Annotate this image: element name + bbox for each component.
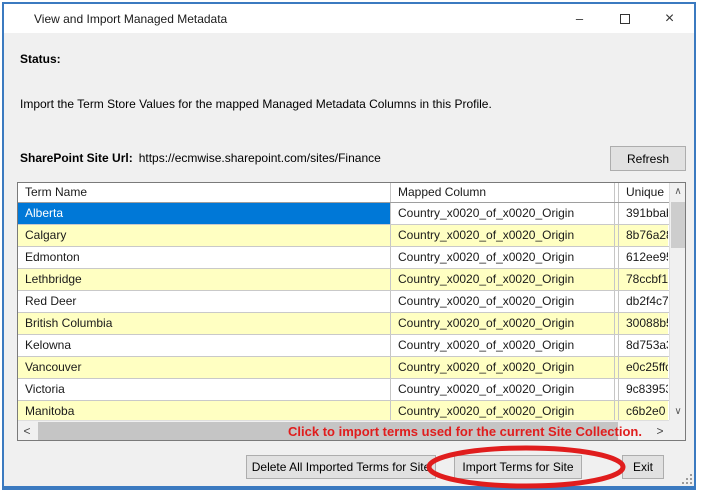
vertical-scroll-thumb[interactable] bbox=[671, 202, 685, 248]
terms-table: Term Name Mapped Column Unique Alberta C… bbox=[17, 182, 686, 441]
unique-id-cell: 9c83953 bbox=[618, 379, 668, 400]
mapped-column-cell: Country_x0020_of_x0020_Origin bbox=[391, 357, 615, 378]
refresh-button[interactable]: Refresh bbox=[610, 146, 686, 171]
close-button[interactable]: × bbox=[647, 4, 692, 33]
description-text: Import the Term Store Values for the map… bbox=[20, 97, 492, 111]
vertical-scrollbar[interactable]: ∧ ∨ bbox=[669, 183, 685, 420]
delete-all-terms-button[interactable]: Delete All Imported Terms for Site bbox=[246, 455, 436, 479]
maximize-button[interactable] bbox=[602, 4, 647, 33]
page: View and Import Managed Metadata – × Sta… bbox=[0, 0, 706, 498]
mapped-column-cell: Country_x0020_of_x0020_Origin bbox=[391, 225, 615, 246]
table-row[interactable]: Victoria Country_x0020_of_x0020_Origin 9… bbox=[18, 379, 669, 401]
table-row[interactable]: Vancouver Country_x0020_of_x0020_Origin … bbox=[18, 357, 669, 379]
minimize-icon: – bbox=[576, 11, 583, 26]
term-name-cell: Kelowna bbox=[18, 335, 391, 356]
mapped-column-cell: Country_x0020_of_x0020_Origin bbox=[391, 401, 615, 420]
mapped-column-cell: Country_x0020_of_x0020_Origin bbox=[391, 379, 615, 400]
status-label: Status: bbox=[20, 52, 61, 66]
annotation-text: Click to import terms used for the curre… bbox=[165, 424, 706, 439]
unique-id-cell: 8d753a3 bbox=[618, 335, 668, 356]
mapped-column-cell: Country_x0020_of_x0020_Origin bbox=[391, 247, 615, 268]
mapped-column-cell: Country_x0020_of_x0020_Origin bbox=[391, 291, 615, 312]
close-icon: × bbox=[665, 10, 674, 28]
table-row[interactable]: Kelowna Country_x0020_of_x0020_Origin 8d… bbox=[18, 335, 669, 357]
window-title: View and Import Managed Metadata bbox=[34, 12, 227, 26]
table-header: Term Name Mapped Column Unique bbox=[18, 183, 669, 203]
table-row[interactable]: Red Deer Country_x0020_of_x0020_Origin d… bbox=[18, 291, 669, 313]
mapped-column-cell: Country_x0020_of_x0020_Origin bbox=[391, 203, 615, 224]
term-name-cell: Vancouver bbox=[18, 357, 391, 378]
unique-id-cell: 391bbab bbox=[618, 203, 668, 224]
site-url-label: SharePoint Site Url: bbox=[20, 151, 133, 165]
term-name-cell: Victoria bbox=[18, 379, 391, 400]
minimize-button[interactable]: – bbox=[557, 4, 602, 33]
table-row[interactable]: Manitoba Country_x0020_of_x0020_Origin c… bbox=[18, 401, 669, 420]
column-header-unique[interactable]: Unique bbox=[618, 183, 668, 202]
resize-grip-icon[interactable] bbox=[680, 472, 692, 484]
table-row[interactable]: British Columbia Country_x0020_of_x0020_… bbox=[18, 313, 669, 335]
term-name-cell: Lethbridge bbox=[18, 269, 391, 290]
unique-id-cell: 30088b5 bbox=[618, 313, 668, 334]
title-bar: View and Import Managed Metadata – × bbox=[4, 4, 694, 33]
unique-id-cell: e0c25ffc bbox=[618, 357, 668, 378]
mapped-column-cell: Country_x0020_of_x0020_Origin bbox=[391, 335, 615, 356]
table-row[interactable]: Alberta Country_x0020_of_x0020_Origin 39… bbox=[18, 203, 669, 225]
unique-id-cell: c6b2e0 bbox=[618, 401, 668, 420]
exit-button[interactable]: Exit bbox=[622, 455, 664, 479]
unique-id-cell: 612ee95 bbox=[618, 247, 668, 268]
term-name-cell: Manitoba bbox=[18, 401, 391, 420]
column-header-mapped-column[interactable]: Mapped Column bbox=[391, 183, 615, 202]
window-controls: – × bbox=[557, 4, 692, 33]
unique-id-cell: 8b76a28 bbox=[618, 225, 668, 246]
unique-id-cell: db2f4c7 bbox=[618, 291, 668, 312]
unique-id-cell: 78ccbf1 bbox=[618, 269, 668, 290]
mapped-column-cell: Country_x0020_of_x0020_Origin bbox=[391, 313, 615, 334]
column-header-term-name[interactable]: Term Name bbox=[18, 183, 391, 202]
scroll-left-icon[interactable]: < bbox=[18, 421, 36, 441]
maximize-icon bbox=[620, 14, 630, 24]
table-row[interactable]: Edmonton Country_x0020_of_x0020_Origin 6… bbox=[18, 247, 669, 269]
dialog-window: View and Import Managed Metadata – × Sta… bbox=[2, 2, 696, 490]
table-row[interactable]: Calgary Country_x0020_of_x0020_Origin 8b… bbox=[18, 225, 669, 247]
site-url-value: https://ecmwise.sharepoint.com/sites/Fin… bbox=[139, 151, 381, 165]
table-body: Alberta Country_x0020_of_x0020_Origin 39… bbox=[18, 203, 669, 420]
term-name-cell: Alberta bbox=[18, 203, 391, 224]
term-name-cell: British Columbia bbox=[18, 313, 391, 334]
term-name-cell: Edmonton bbox=[18, 247, 391, 268]
scroll-up-icon[interactable]: ∧ bbox=[670, 183, 686, 200]
scroll-down-icon[interactable]: ∨ bbox=[670, 403, 686, 420]
term-name-cell: Red Deer bbox=[18, 291, 391, 312]
import-terms-button[interactable]: Import Terms for Site bbox=[454, 455, 582, 479]
site-url-line: SharePoint Site Url: https://ecmwise.shar… bbox=[20, 151, 381, 165]
mapped-column-cell: Country_x0020_of_x0020_Origin bbox=[391, 269, 615, 290]
table-row[interactable]: Lethbridge Country_x0020_of_x0020_Origin… bbox=[18, 269, 669, 291]
term-name-cell: Calgary bbox=[18, 225, 391, 246]
